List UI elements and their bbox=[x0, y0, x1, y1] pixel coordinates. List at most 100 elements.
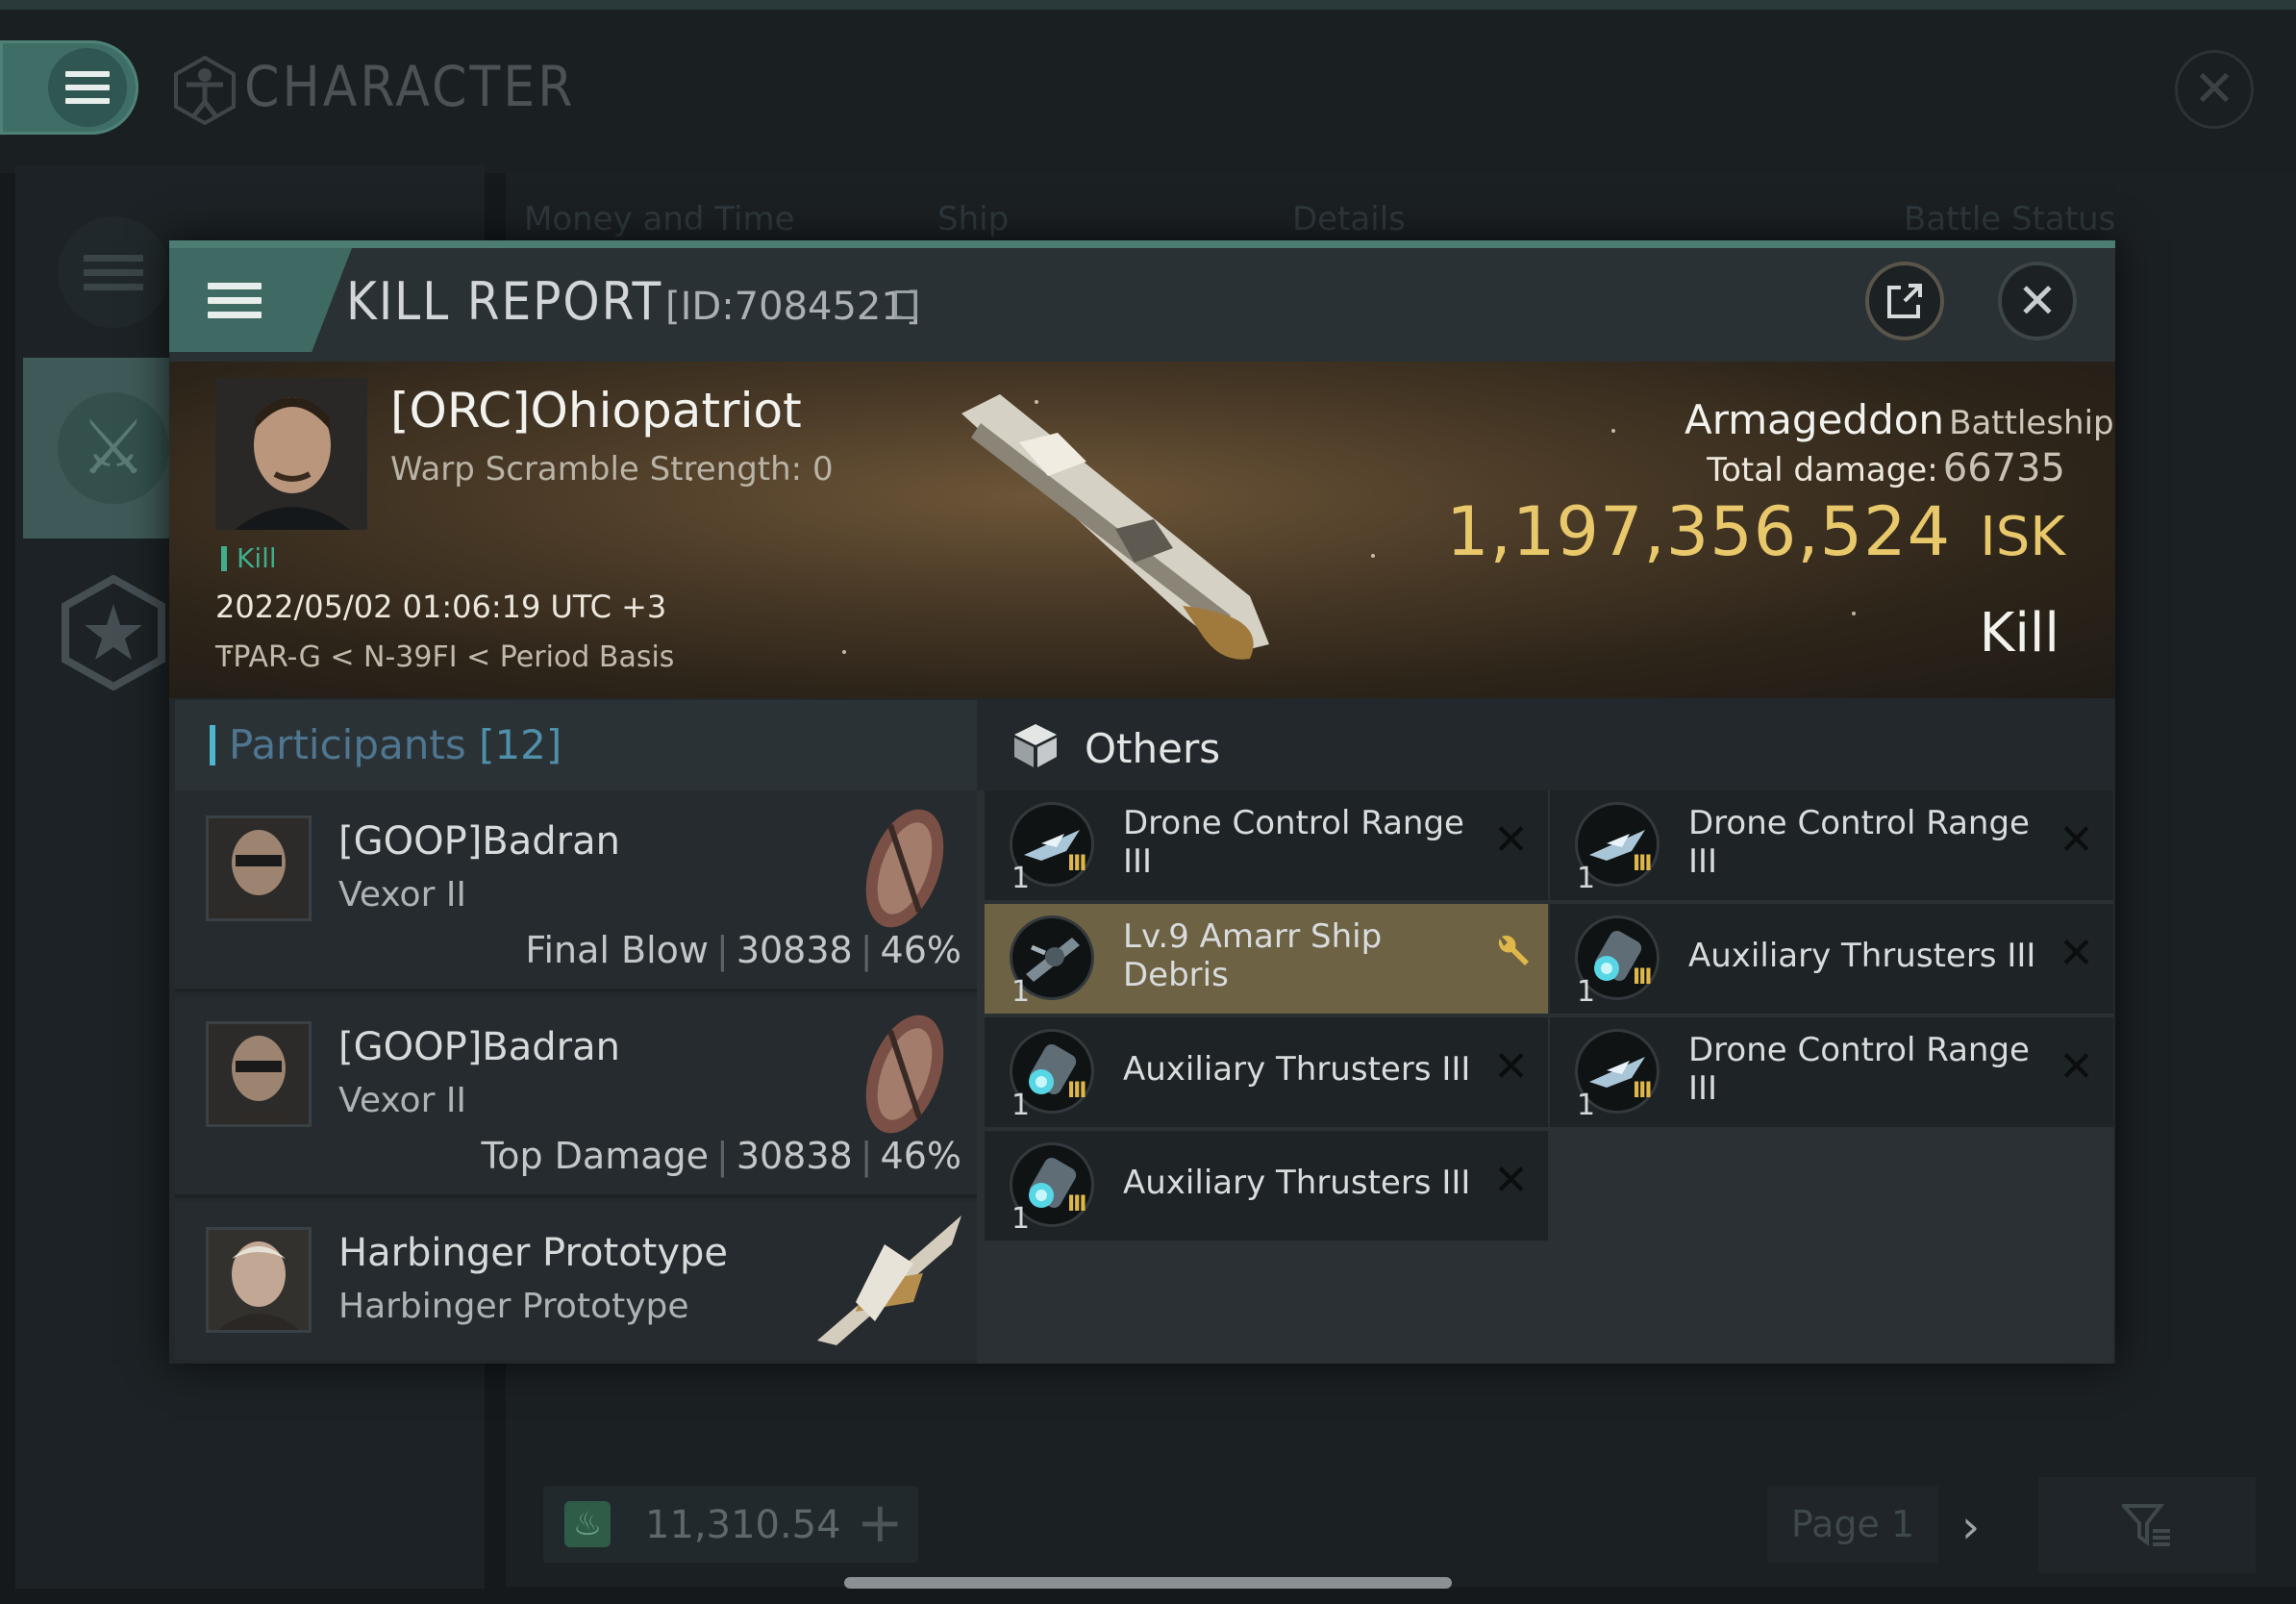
participant-row[interactable]: [GOOP]Badran Vexor II Final Blow | 30838 | 4… bbox=[175, 790, 977, 992]
menu-icon bbox=[48, 48, 127, 127]
main-menu-button[interactable] bbox=[0, 40, 138, 135]
kill-location[interactable]: TPAR-G < N-39FI < Period Basis bbox=[215, 640, 674, 674]
warp-scramble-strength: Warp Scramble Strength: 0 bbox=[390, 450, 834, 489]
wrench-icon bbox=[1498, 935, 1529, 965]
vitruvian-man-icon bbox=[174, 56, 236, 125]
modal-accent-line bbox=[169, 240, 2115, 248]
destroyed-icon: ✕ bbox=[1493, 815, 1529, 865]
wallet-bar: ♨ 11,310.54 + bbox=[543, 1486, 918, 1563]
others-header: Others bbox=[977, 700, 2113, 790]
column-ship[interactable]: Ship bbox=[937, 200, 1009, 238]
star-badge-icon[interactable] bbox=[60, 575, 167, 690]
copy-icon[interactable] bbox=[894, 290, 917, 319]
kill-tag: Kill bbox=[221, 545, 277, 572]
total-damage-label: Total damage: bbox=[1707, 451, 1938, 489]
participants-accent bbox=[210, 725, 215, 765]
victim-portrait[interactable] bbox=[215, 378, 367, 530]
participant-stats: Top Damage | 30838 | 46% bbox=[481, 1135, 961, 1177]
column-money-time[interactable]: Money and Time bbox=[524, 200, 795, 238]
vexor-ship-image bbox=[865, 809, 944, 928]
close-icon[interactable]: ✕ bbox=[2175, 50, 2254, 129]
kill-report-title: KILL REPORT bbox=[346, 271, 663, 332]
horizontal-scrollbar[interactable] bbox=[844, 1577, 1452, 1589]
item-drone-control-range[interactable]: 1 III Drone Control Range III ✕ bbox=[985, 790, 1548, 900]
item-auxiliary-thrusters[interactable]: 1 III Auxiliary Thrusters III ✕ bbox=[1550, 904, 2113, 1014]
item-quantity: 1 bbox=[1577, 1089, 1596, 1122]
item-name: Auxiliary Thrusters III bbox=[1688, 937, 2036, 975]
participant-row[interactable]: Harbinger Prototype Harbinger Prototype bbox=[175, 1202, 977, 1360]
kill-report-id: [ID:7084521] bbox=[665, 285, 921, 329]
share-button[interactable] bbox=[1865, 262, 1944, 340]
item-name: Drone Control Range III bbox=[1123, 804, 1464, 881]
top-strip bbox=[0, 0, 2296, 10]
destroyed-icon: ✕ bbox=[2059, 929, 2094, 978]
rail-combat-button[interactable]: ⚔ bbox=[23, 358, 177, 539]
item-tier: III bbox=[1067, 1192, 1087, 1216]
item-quantity: 1 bbox=[1011, 1089, 1031, 1122]
participant-role: Top Damage bbox=[481, 1135, 710, 1177]
rail-list-button[interactable] bbox=[58, 216, 169, 328]
ship-name: Armageddon bbox=[1685, 396, 1945, 443]
item-auxiliary-thrusters[interactable]: 1 III Auxiliary Thrusters III ✕ bbox=[985, 1131, 1548, 1241]
participant-ship: Vexor II bbox=[338, 1081, 467, 1120]
participant-name: Harbinger Prototype bbox=[338, 1231, 729, 1275]
participant-portrait bbox=[206, 1021, 312, 1127]
destroyed-icon: ✕ bbox=[2059, 815, 2094, 865]
item-name: Drone Control Range III bbox=[1688, 804, 2030, 881]
item-tier: III bbox=[1633, 1079, 1653, 1103]
harbinger-ship-image bbox=[817, 1216, 961, 1345]
vexor-ship-image bbox=[865, 1015, 944, 1134]
participant-ship: Vexor II bbox=[338, 875, 467, 915]
item-ship-debris[interactable]: 1 Lv.9 Amarr Ship Debris bbox=[985, 904, 1548, 1014]
item-name: Auxiliary Thrusters III bbox=[1123, 1050, 1471, 1089]
item-auxiliary-thrusters[interactable]: 1 III Auxiliary Thrusters III ✕ bbox=[985, 1017, 1548, 1127]
page-title: CHARACTER bbox=[244, 54, 576, 119]
participant-portrait bbox=[206, 1227, 312, 1333]
participant-portrait bbox=[206, 815, 312, 921]
participants-header[interactable]: Participants [12] bbox=[175, 700, 977, 790]
close-icon[interactable]: ✕ bbox=[1998, 262, 2077, 340]
column-details[interactable]: Details bbox=[1292, 200, 1406, 238]
item-name: Drone Control Range III bbox=[1688, 1031, 2030, 1108]
item-tier: III bbox=[1633, 965, 1653, 990]
participants-count: [12] bbox=[479, 721, 562, 768]
participants-label: Participants bbox=[229, 721, 466, 768]
item-name: Auxiliary Thrusters III bbox=[1123, 1164, 1471, 1202]
cargo-cube-icon bbox=[1014, 724, 1057, 767]
item-tier: III bbox=[1067, 1079, 1087, 1103]
victim-name[interactable]: [ORC]Ohiopatriot bbox=[390, 383, 802, 439]
participant-stats: Final Blow | 30838 | 46% bbox=[525, 929, 961, 971]
isk-amount: 1,197,356,524 bbox=[1446, 492, 1952, 571]
ship-class: Battleship bbox=[1949, 404, 2114, 442]
participant-role: Final Blow bbox=[525, 929, 710, 971]
item-quantity: 1 bbox=[1011, 975, 1031, 1009]
item-quantity: 1 bbox=[1011, 862, 1031, 895]
item-tier: III bbox=[1633, 852, 1653, 876]
participant-ship: Harbinger Prototype bbox=[338, 1287, 689, 1326]
total-damage: Total damage: 66735 bbox=[1538, 446, 2065, 490]
participant-damage: 30838 bbox=[736, 929, 853, 971]
item-quantity: 1 bbox=[1577, 975, 1596, 1009]
add-funds-button[interactable]: + bbox=[857, 1490, 904, 1555]
column-battle-status[interactable]: Battle Status bbox=[1904, 200, 2115, 238]
item-tier: III bbox=[1067, 852, 1087, 876]
participant-name: [GOOP]Badran bbox=[338, 1025, 620, 1069]
filter-button[interactable] bbox=[2038, 1477, 2256, 1573]
victim-ship[interactable]: Armageddon Battleship bbox=[1685, 396, 2114, 443]
item-drone-control-range[interactable]: 1 III Drone Control Range III ✕ bbox=[1550, 790, 2113, 900]
kill-datetime: 2022/05/02 01:06:19 UTC +3 bbox=[215, 589, 667, 625]
next-page-icon[interactable]: › bbox=[1961, 1500, 1980, 1554]
menu-icon bbox=[208, 282, 262, 318]
others-title: Others bbox=[1085, 725, 1221, 772]
item-drone-control-range[interactable]: 1 III Drone Control Range III ✕ bbox=[1550, 1017, 2113, 1127]
participant-row[interactable]: [GOOP]Badran Vexor II Top Damage | 30838 | 4… bbox=[175, 996, 977, 1198]
isk-unit: ISK bbox=[1980, 506, 2065, 568]
armageddon-ship-image bbox=[961, 394, 1269, 660]
filter-icon bbox=[2122, 1504, 2170, 1546]
participants-title: Participants [12] bbox=[229, 721, 562, 768]
destroyed-icon: ✕ bbox=[1493, 1156, 1529, 1205]
destroyed-icon: ✕ bbox=[1493, 1042, 1529, 1091]
external-link-icon bbox=[1887, 284, 1922, 318]
wallet-icon: ♨ bbox=[564, 1501, 611, 1547]
participant-damage: 30838 bbox=[736, 1135, 853, 1177]
